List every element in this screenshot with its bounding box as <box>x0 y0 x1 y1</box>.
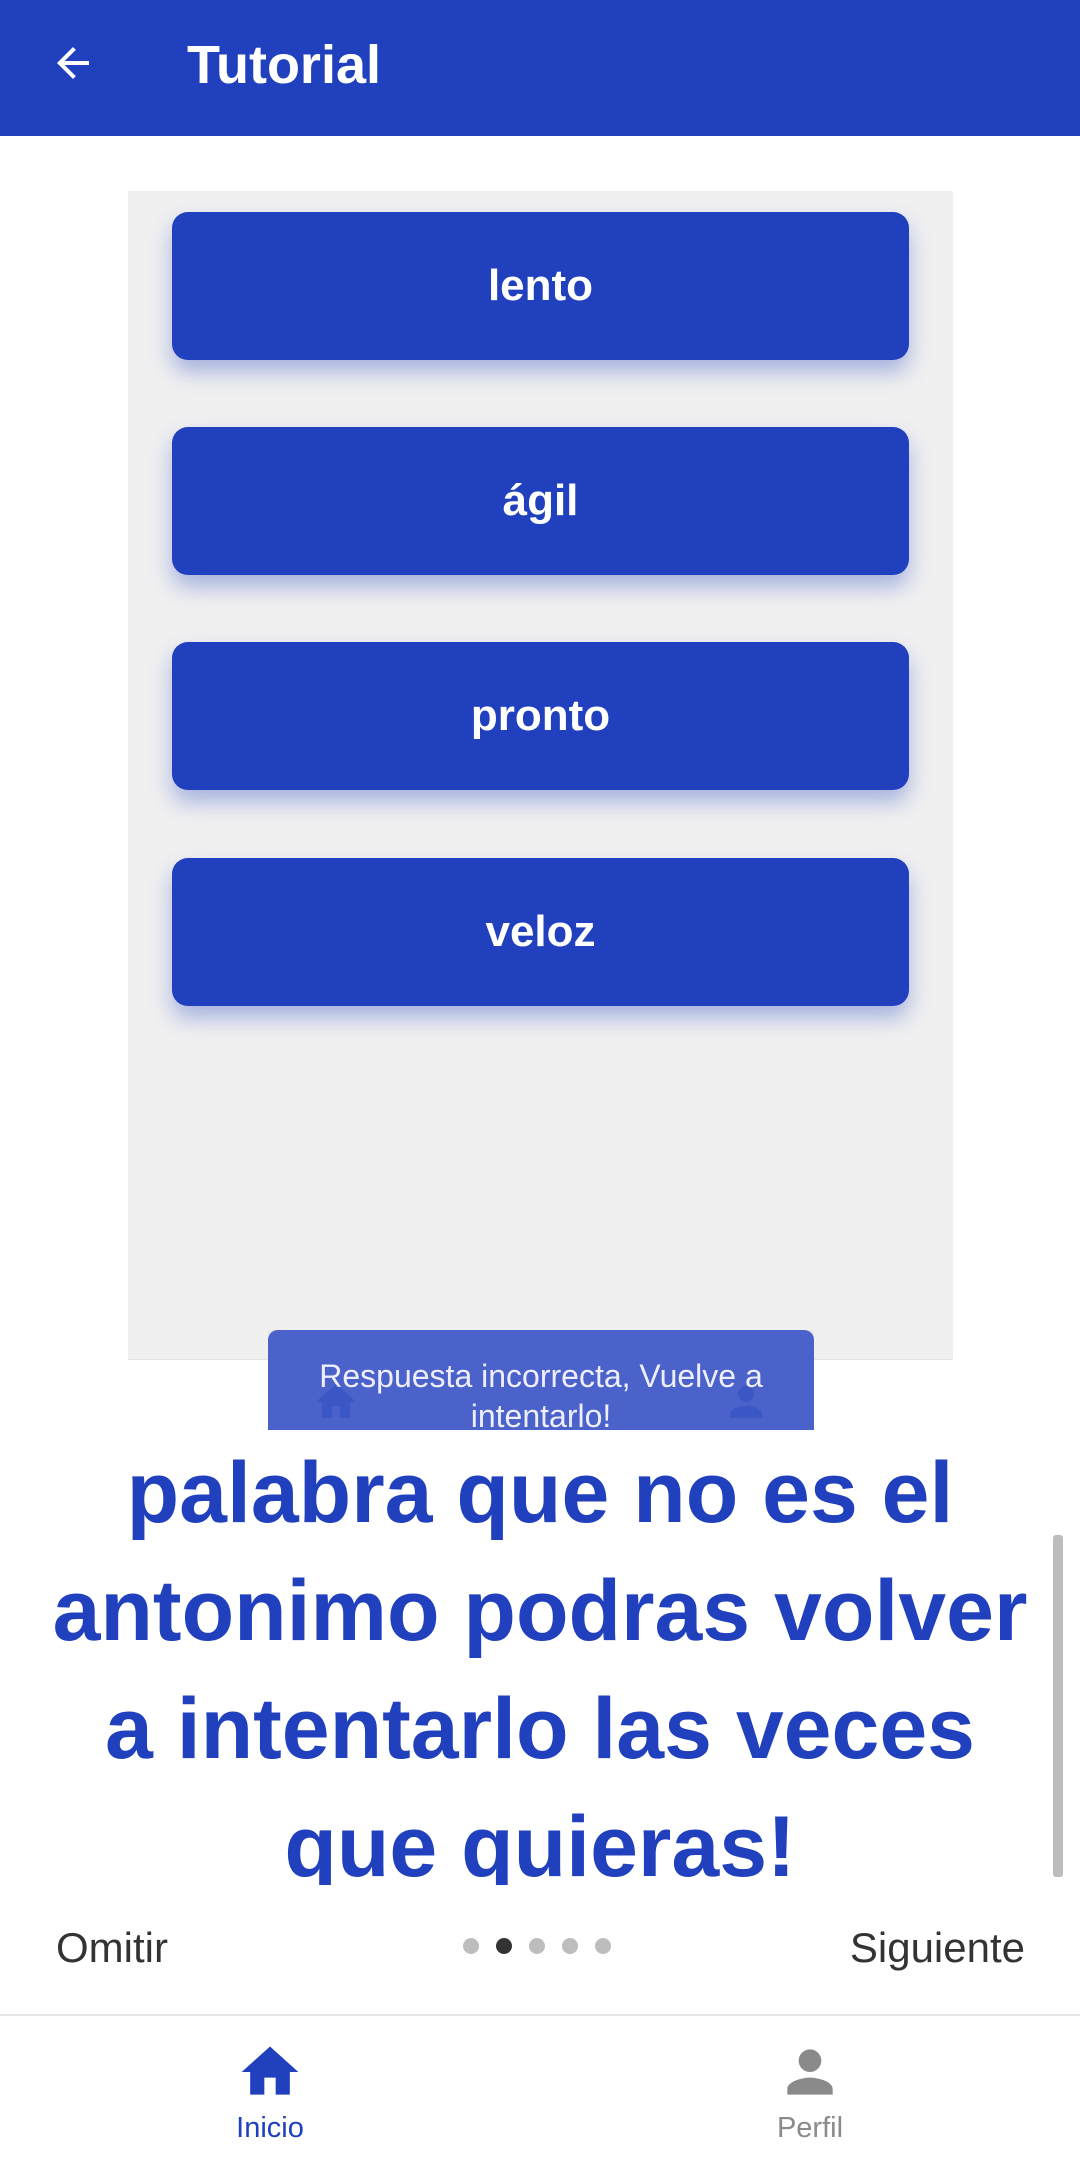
person-icon <box>787 2049 833 2095</box>
answer-option-agil: ágil <box>172 427 909 575</box>
page-dot <box>595 1938 611 1954</box>
nav-item-inicio[interactable]: Inicio <box>0 2016 540 2162</box>
toast-text: Respuesta incorrecta, Vuelve a intentarl… <box>319 1358 763 1430</box>
page-dot <box>562 1938 578 1954</box>
arrow-left-icon <box>57 47 89 79</box>
page-dot <box>463 1938 479 1954</box>
answer-option-veloz: veloz <box>172 858 909 1006</box>
page-dot <box>529 1938 545 1954</box>
skip-button[interactable]: Omitir <box>56 1920 168 1976</box>
toast-message: Respuesta incorrecta, Vuelve a intentarl… <box>268 1330 814 1430</box>
page-indicator <box>463 1938 611 1954</box>
tutorial-preview-image: lento ágil pronto veloz <box>128 191 953 1360</box>
instruction-text: palabra que no es el antonimo podras vol… <box>0 1430 1080 1885</box>
instruction-text-body: palabra que no es el antonimo podras vol… <box>0 1434 1080 1885</box>
page-title: Tutorial <box>187 35 381 95</box>
app-bar: Tutorial <box>0 0 1080 136</box>
person-icon <box>730 1386 762 1418</box>
answer-option-lento: lento <box>172 212 909 360</box>
toast-wrapper: Respuesta incorrecta, Vuelve a intentarl… <box>268 1330 814 1430</box>
page-dot-active <box>496 1938 512 1954</box>
scrollbar[interactable] <box>1053 1535 1063 1877</box>
home-icon <box>316 1384 356 1418</box>
instruction-line: que quieras! <box>284 1799 796 1885</box>
instruction-line: palabra que no es el <box>126 1445 954 1541</box>
nav-label-inicio: Inicio <box>236 2112 304 2144</box>
instruction-line: a intentarlo las veces <box>105 1681 975 1777</box>
back-button[interactable] <box>38 28 108 98</box>
answer-option-pronto: pronto <box>172 642 909 790</box>
bottom-navigation: Inicio Perfil <box>0 2014 1080 2162</box>
nav-label-perfil: Perfil <box>776 2112 844 2144</box>
home-icon <box>241 2046 299 2095</box>
next-button[interactable]: Siguiente <box>850 1920 1025 1976</box>
nav-item-perfil[interactable]: Perfil <box>540 2016 1080 2162</box>
instruction-line: antonimo podras volver <box>52 1563 1028 1659</box>
